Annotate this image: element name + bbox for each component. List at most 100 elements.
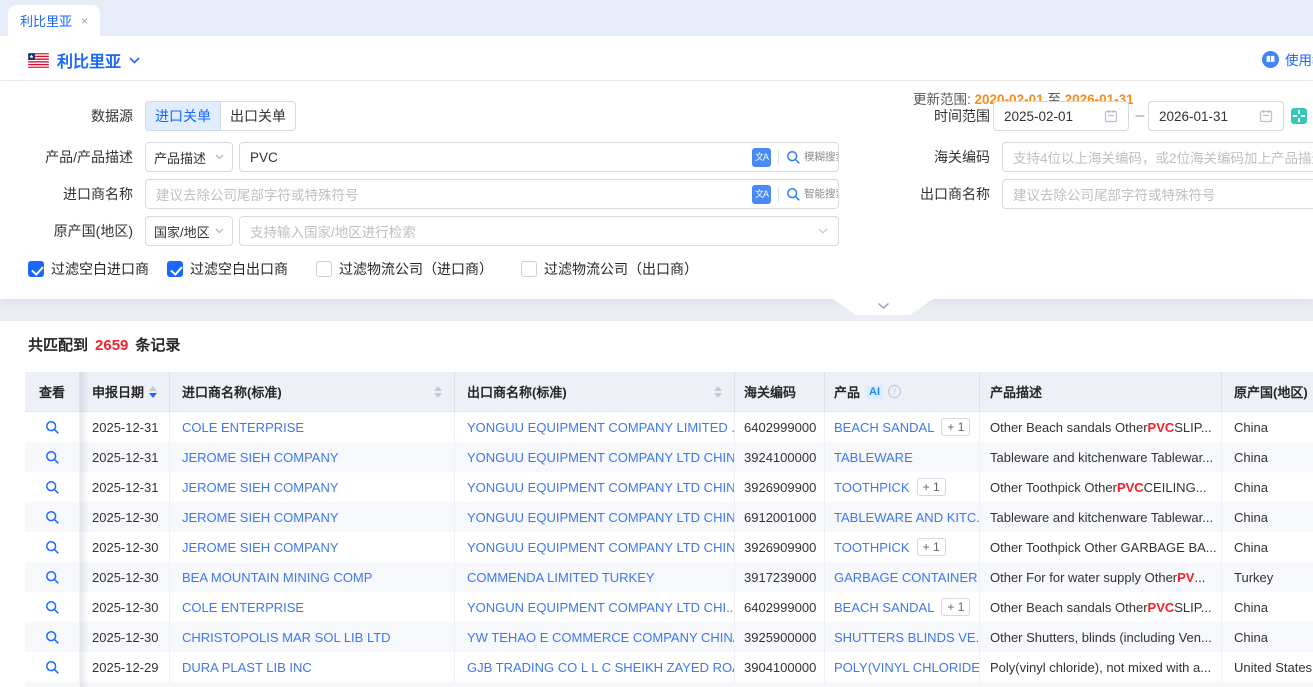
importer-input[interactable]: 建议去除公司尾部字符或特殊符号 文A 智能搜索 <box>145 179 839 209</box>
more-products-tag[interactable]: + 1 <box>917 538 946 556</box>
sort-icon[interactable] <box>149 386 157 398</box>
date-to-input[interactable]: 2026-01-31 <box>1148 101 1284 131</box>
header-importer[interactable]: 进口商名称(标准) <box>170 372 455 411</box>
desc-text: Tableware and kitchenware Tablewar... <box>990 510 1213 525</box>
filter-checkbox[interactable]: 过滤空白出口商 <box>167 259 288 279</box>
product-field-select[interactable]: 产品描述 <box>145 142 233 172</box>
product-link[interactable]: BEACH SANDAL <box>834 420 934 435</box>
smart-search-button[interactable]: 智能搜索 <box>786 187 828 202</box>
product-link[interactable]: GARBAGE CONTAINER <box>834 570 978 585</box>
view-record-icon[interactable] <box>45 630 60 645</box>
exporter-input[interactable]: 建议去除公司尾部字符或特殊符号 <box>1002 179 1313 209</box>
help-link[interactable]: 使用教程 <box>1262 49 1313 69</box>
more-products-tag[interactable]: + 1 <box>917 478 946 496</box>
product-link[interactable]: TABLEWARE <box>834 450 913 465</box>
calendar-icon <box>1104 109 1118 123</box>
exporter-link[interactable]: YONGUU EQUIPMENT COMPANY LTD CHIN... <box>467 540 735 555</box>
view-record-icon[interactable] <box>45 480 60 495</box>
smart-search-label: 智能搜索 <box>804 189 828 200</box>
product-link[interactable]: POLY(VINYL CHLORIDE) <box>834 660 980 675</box>
view-record-icon[interactable] <box>45 540 60 555</box>
collapse-panel-handle[interactable] <box>833 299 933 315</box>
fuzzy-search-button[interactable]: 模糊搜索 <box>786 150 828 165</box>
filter-checkbox[interactable]: 过滤物流公司（进口商） <box>316 259 493 279</box>
view-record-icon[interactable] <box>45 510 60 525</box>
date-from-value: 2025-02-01 <box>1004 109 1073 124</box>
checkbox-unchecked-icon[interactable] <box>316 261 332 277</box>
header-exporter[interactable]: 出口商名称(标准) <box>455 372 735 411</box>
importer-cell: COLE ENTERPRISE <box>170 592 455 622</box>
sort-icon[interactable] <box>714 386 722 398</box>
header-hs-code: 海关编码 <box>735 372 825 411</box>
hs-code-cell: 3924100000 <box>735 442 825 472</box>
tab-liberia[interactable]: 利比里亚 × <box>8 5 100 36</box>
checkbox-unchecked-icon[interactable] <box>521 261 537 277</box>
desc-text: Other Toothpick Other GARBAGE BA... <box>990 540 1217 555</box>
checkbox-checked-icon[interactable] <box>28 261 44 277</box>
filter-checkbox[interactable]: 过滤物流公司（出口商） <box>521 259 698 279</box>
view-record-icon[interactable] <box>45 450 60 465</box>
importer-link[interactable]: CHRISTOPOLIS MAR SOL LIB LTD <box>182 630 391 645</box>
origin-cell: China <box>1222 472 1313 502</box>
origin-cell: China <box>1222 502 1313 532</box>
search-icon <box>786 187 801 202</box>
import-customs-tab[interactable]: 进口关单 <box>146 102 220 130</box>
collapse-arrows-icon[interactable] <box>1291 108 1307 124</box>
hs-code-input[interactable]: 支持4位以上海关编码，或2位海关编码加上产品描述、企业 <box>1002 142 1313 172</box>
importer-link[interactable]: JEROME SIEH COMPANY <box>182 540 339 555</box>
info-icon[interactable]: i <box>888 385 901 398</box>
product-link[interactable]: TOOTHPICK <box>834 480 910 495</box>
filter-checkbox[interactable]: 过滤空白进口商 <box>28 259 149 279</box>
importer-cell: COLE ENTERPRISE <box>170 412 455 442</box>
product-link[interactable]: TOOTHPICK <box>834 540 910 555</box>
importer-link[interactable]: COLE ENTERPRISE <box>182 420 304 435</box>
table-row-partial <box>25 682 1313 687</box>
view-record-icon[interactable] <box>45 420 60 435</box>
table-row: 2025-12-31JEROME SIEH COMPANYYONGUU EQUI… <box>25 442 1313 472</box>
view-record-icon[interactable] <box>45 570 60 585</box>
export-customs-tab[interactable]: 出口关单 <box>220 102 295 130</box>
importer-link[interactable]: DURA PLAST LIB INC <box>182 660 312 675</box>
product-link[interactable]: BEACH SANDAL <box>834 600 934 615</box>
importer-link[interactable]: JEROME SIEH COMPANY <box>182 450 339 465</box>
translate-icon[interactable]: 文A <box>752 148 771 167</box>
product-desc-cell: Other Beach sandals Other PVC SLIP... <box>980 412 1222 442</box>
exporter-cell: YONGUU EQUIPMENT COMPANY LTD CHIN... <box>455 442 735 472</box>
view-record-icon[interactable] <box>45 600 60 615</box>
exporter-link[interactable]: YONGUU EQUIPMENT COMPANY LTD CHIN... <box>467 510 735 525</box>
exporter-link[interactable]: COMMENDA LIMITED TURKEY <box>467 570 655 585</box>
exporter-link[interactable]: GJB TRADING CO L L C SHEIKH ZAYED ROA... <box>467 660 735 675</box>
date-from-input[interactable]: 2025-02-01 <box>993 101 1129 131</box>
product-cell: TABLEWARE <box>825 442 980 472</box>
sort-icon[interactable] <box>434 386 442 398</box>
importer-link[interactable]: COLE ENTERPRISE <box>182 600 304 615</box>
exporter-link[interactable]: YONGUN EQUIPMENT COMPANY LTD CHI... <box>467 600 735 615</box>
country-selector[interactable]: ★ 利比里亚 <box>28 48 140 72</box>
origin-country-input[interactable]: 支持输入国家/地区进行检索 <box>239 216 839 246</box>
origin-placeholder: 支持输入国家/地区进行检索 <box>250 221 818 241</box>
exporter-placeholder: 建议去除公司尾部字符或特殊符号 <box>1013 184 1216 204</box>
product-input[interactable]: PVC 文A 模糊搜索 <box>239 142 839 172</box>
view-cell <box>25 472 80 502</box>
origin-type-select[interactable]: 国家/地区 <box>145 216 233 246</box>
importer-link[interactable]: BEA MOUNTAIN MINING COMP <box>182 570 372 585</box>
exporter-link[interactable]: YW TEHAO E COMMERCE COMPANY CHINA <box>467 630 735 645</box>
exporter-link[interactable]: YONGUU EQUIPMENT COMPANY LTD CHIN... <box>467 480 735 495</box>
view-cell <box>25 442 80 472</box>
exporter-link[interactable]: YONGUU EQUIPMENT COMPANY LTD CHIN... <box>467 450 735 465</box>
view-cell <box>25 502 80 532</box>
importer-link[interactable]: JEROME SIEH COMPANY <box>182 510 339 525</box>
exporter-link[interactable]: YONGUU EQUIPMENT COMPANY LIMITED ... <box>467 420 735 435</box>
more-products-tag[interactable]: + 1 <box>941 598 970 616</box>
checkbox-checked-icon[interactable] <box>167 261 183 277</box>
origin-cell: China <box>1222 532 1313 562</box>
close-icon[interactable]: × <box>81 14 88 28</box>
product-link[interactable]: SHUTTERS BLINDS VE... <box>834 630 980 645</box>
importer-link[interactable]: JEROME SIEH COMPANY <box>182 480 339 495</box>
more-products-tag[interactable]: + 1 <box>941 418 970 436</box>
view-record-icon[interactable] <box>45 660 60 675</box>
header-declare-date[interactable]: 申报日期 <box>80 372 170 411</box>
product-link[interactable]: TABLEWARE AND KITC... <box>834 510 980 525</box>
translate-icon[interactable]: 文A <box>752 185 771 204</box>
keyword-highlight: PVC <box>1148 420 1175 435</box>
